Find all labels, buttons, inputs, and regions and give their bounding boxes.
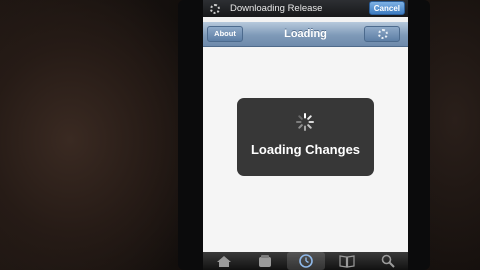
tab-sections[interactable] [246, 252, 284, 270]
main-content: Loading Changes [203, 47, 408, 252]
tab-manage[interactable] [328, 252, 366, 270]
navigation-bar: About Loading [203, 22, 408, 47]
page-title: Loading [284, 28, 327, 40]
phone-screen: Downloading Release Cancel About Loading [203, 0, 408, 270]
tab-bar [203, 252, 408, 270]
loading-label: Loading Changes [250, 142, 361, 157]
loading-hud: Loading Changes [237, 98, 374, 176]
cancel-button[interactable]: Cancel [368, 1, 405, 15]
download-status-bar: Downloading Release Cancel [203, 0, 408, 17]
about-button[interactable]: About [207, 26, 243, 42]
tab-changes[interactable] [286, 252, 325, 270]
refresh-icon [378, 29, 388, 39]
clock-icon [298, 254, 313, 268]
refresh-button[interactable] [364, 26, 400, 42]
package-icon [258, 255, 271, 267]
tab-home[interactable] [205, 252, 243, 270]
loading-spinner-icon [296, 113, 314, 131]
tab-search[interactable] [369, 252, 407, 270]
activity-spinner-icon [210, 3, 220, 14]
home-icon [216, 256, 231, 267]
search-icon [381, 254, 395, 268]
download-status-text: Downloading Release [230, 3, 323, 14]
book-icon [338, 255, 355, 268]
